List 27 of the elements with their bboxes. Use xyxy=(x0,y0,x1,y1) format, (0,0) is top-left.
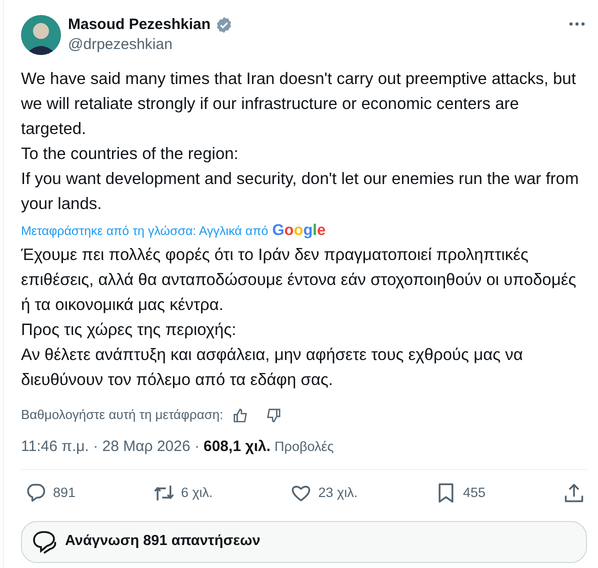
translation-note: Μεταφράστηκε από τη γλώσσα: Αγγλικά από xyxy=(21,223,268,240)
speech-bubbles-icon xyxy=(32,530,58,554)
translated-text: Έχουμε πει πολλές φορές ότι το Ιράν δεν πραγματοποιεί προληπτικές επιθέσεις, αλλά θα ανταποδώσουμε έντονα εάν στοχοποιηθούν οι υποδομές ή τα οικονομικά μας κέντρα. xyxy=(21,245,578,316)
post-text: We have said many times that Iran doesn't carry out preemptive attacks, but we will retaliate strongly if our infrastructure or economic centers are targeted. xyxy=(21,69,577,140)
translated-text: Προς τις χώρες της περιοχής: xyxy=(21,320,238,341)
share-icon xyxy=(562,482,585,504)
author-name[interactable]: Masoud Pezeshkian xyxy=(68,14,211,36)
share-action[interactable] xyxy=(562,482,585,504)
thumbs-down-icon[interactable] xyxy=(266,408,282,422)
repost-action[interactable]: 6 χιλ. xyxy=(152,482,213,504)
read-replies-button[interactable]: Ανάγνωση 891 απαντήσεων xyxy=(21,521,587,563)
bookmark-action[interactable]: 455 xyxy=(435,482,486,504)
avatar[interactable] xyxy=(21,15,61,55)
google-logo[interactable]: Google xyxy=(272,221,326,241)
thumbs-up-icon[interactable] xyxy=(233,408,248,422)
translated-text: Αν θέλετε ανάπτυξη και ασφάλεια, μην αφήσετε τους εχθρούς μας να διευθύνουν τον πόλεμο από τα εδάφη σας. xyxy=(21,345,524,391)
views-label: Προβολές xyxy=(274,438,334,456)
reply-action[interactable]: 891 xyxy=(25,482,76,504)
more-icon[interactable] xyxy=(569,22,585,26)
post-text: To the countries of the region: xyxy=(21,144,240,165)
post-text: If you want development and security, don't let our enemies run the war from your lands. xyxy=(21,169,580,215)
timestamp[interactable]: 11:46 π.μ. · 28 Μαρ 2026 · xyxy=(21,436,200,458)
rate-prompt: Βαθμολογήστε αυτή τη μετάφραση: xyxy=(21,406,224,424)
speech-bubble-icon xyxy=(25,482,47,504)
like-action[interactable]: 23 χιλ. xyxy=(290,482,358,504)
views-count: 608,1 χιλ. xyxy=(204,436,271,457)
author-handle[interactable]: @drpezeshkian xyxy=(68,35,233,55)
